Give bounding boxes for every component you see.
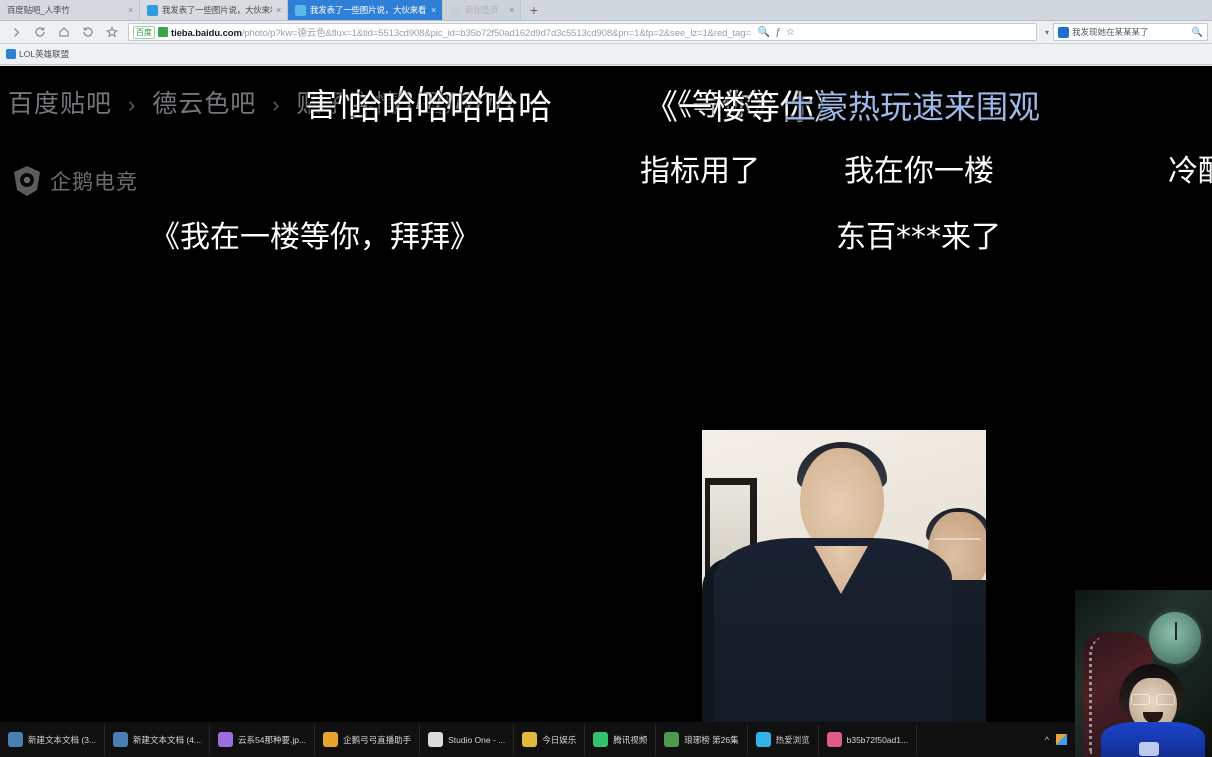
bookmarks-bar: LOL英雄联盟 xyxy=(0,44,1212,65)
tray-expand-icon[interactable]: ^ xyxy=(1045,735,1049,745)
back-button[interactable] xyxy=(76,21,100,43)
browser-window: 百度贴吧_人李竹 × 我发表了一些图片说，大伙来看 × 我发表了一些图片说，大伙… xyxy=(0,0,1212,66)
flash-icon[interactable]: ƒ xyxy=(775,27,781,38)
shield-icon xyxy=(158,27,168,37)
url-host: tieba.baidu.com xyxy=(171,28,242,39)
danmaku-comment: 我在你一楼 xyxy=(844,154,994,189)
close-icon[interactable]: × xyxy=(128,5,133,15)
webcam-overlay xyxy=(1075,590,1212,757)
new-tab-button[interactable]: + xyxy=(521,0,547,20)
taskbar-items: 新建文本文档 (3... 新建文本文档 (4... 云系54那种要.jp... 企鹅弓… xyxy=(0,722,918,757)
taskbar-item-label: 腾讯视频 xyxy=(613,734,648,745)
taskbar-item[interactable]: 腾讯视频 xyxy=(585,724,657,755)
danmaku-comment: 冷酷 xyxy=(1168,154,1212,189)
penguin-esports-logo-icon xyxy=(10,164,44,198)
danmaku-comment: 指标用了 xyxy=(640,154,760,189)
star-icon[interactable]: ☆ xyxy=(786,27,795,38)
taskbar-item-label: 新建文本文档 (3... xyxy=(28,734,97,745)
windows-icon[interactable] xyxy=(1056,734,1067,745)
taskbar-item-label: 新建文本文档 (4... xyxy=(133,734,202,745)
stream-screenshot: 百度贴吧_人李竹 × 我发表了一些图片说，大伙来看 × 我发表了一些图片说，大伙… xyxy=(0,0,1212,757)
tieba-photo-page: 百度贴吧 › 德云色吧 › 贴子详情 图贴 企鹅电竞 害怕 hhhhhh 《等你… xyxy=(0,66,1212,757)
navigation-bar: 百度 tieba.baidu.com/photo/p?kw=德云色&flux=1… xyxy=(0,21,1212,44)
app-icon xyxy=(664,732,680,747)
tab-title: 我发表了一些图片说，大伙来看 xyxy=(162,5,272,15)
taskbar-item[interactable]: Studio One - ... xyxy=(420,724,515,755)
app-icon xyxy=(826,732,842,747)
lol-icon xyxy=(6,49,16,59)
search-icon[interactable]: 🔍 xyxy=(1192,27,1203,38)
taskbar-item-label: b35b72f50ad1... xyxy=(846,734,909,745)
app-icon xyxy=(593,732,609,747)
glasses-icon xyxy=(1131,694,1175,705)
stream-watermark: 企鹅电竞 xyxy=(10,164,138,198)
app-icon xyxy=(428,732,444,747)
security-badge: 百度 xyxy=(133,25,155,39)
tieba-icon xyxy=(295,4,306,16)
taskbar: 新建文本文档 (3... 新建文本文档 (4... 云系54那种要.jp... 企鹅弓… xyxy=(0,722,1075,757)
app-icon xyxy=(8,732,23,747)
taskbar-item[interactable]: 新建文本文档 (3... xyxy=(0,724,106,755)
reload-button[interactable] xyxy=(28,21,52,43)
forward-button[interactable] xyxy=(4,21,28,43)
browser-tab-3-active[interactable]: 我发表了一些图片说，大伙来看 × xyxy=(288,0,443,20)
app-icon xyxy=(113,732,129,747)
wall-clock-icon xyxy=(1149,612,1201,664)
bookmark-star-button[interactable] xyxy=(100,21,124,43)
omnibox-icons: 🔍 ƒ ☆ xyxy=(754,27,795,38)
close-icon[interactable]: × xyxy=(509,5,514,15)
url-path: /photo/p?kw=德云色&flux=1&tid=5513cd908&pic… xyxy=(241,28,751,39)
address-bar[interactable]: 百度 tieba.baidu.com/photo/p?kw=德云色&flux=1… xyxy=(128,23,1037,41)
app-icon xyxy=(755,732,771,747)
taskbar-item-label: 企鹅弓弓直播助手 xyxy=(343,734,412,745)
breadcrumb-separator: › xyxy=(127,92,137,117)
close-icon[interactable]: × xyxy=(431,5,436,15)
breadcrumb-separator: › xyxy=(272,92,281,117)
search-input[interactable]: 我发现她在某某某了 🔍 xyxy=(1053,23,1208,41)
url-text: tieba.baidu.com/photo/p?kw=德云色&flux=1&ti… xyxy=(171,25,751,39)
taskbar-item-label: 热爱浏览 xyxy=(775,734,810,745)
taskbar-item-label: 今日娱乐 xyxy=(542,734,577,745)
taskbar-item[interactable]: 企鹅弓弓直播助手 xyxy=(315,724,421,755)
breadcrumb-item-0[interactable]: 百度贴吧 xyxy=(8,90,112,118)
taskbar-item[interactable]: 热爱浏览 xyxy=(748,724,819,755)
browser-tab-4[interactable]: 新标签页 × xyxy=(443,0,521,20)
chevron-down-icon[interactable]: ▾ xyxy=(1041,28,1053,37)
app-icon xyxy=(323,732,339,747)
tab-title: 新标签页 xyxy=(465,5,499,15)
taskbar-item[interactable]: 琅琊榜 第26集 xyxy=(656,724,748,755)
search-icon[interactable]: 🔍 xyxy=(758,27,770,38)
bookmark-label: LOL英雄联盟 xyxy=(19,49,70,59)
danmaku-comment: 《我在一楼等你，拜拜》 xyxy=(150,220,480,255)
browser-tab-2[interactable]: 我发表了一些图片说，大伙来看 × xyxy=(140,0,288,20)
browser-tab-1[interactable]: 百度贴吧_人李竹 × xyxy=(0,0,140,20)
taskbar-item-label: 琅琊榜 第26集 xyxy=(684,734,739,745)
photo-image xyxy=(702,430,986,757)
watermark-label: 企鹅电竞 xyxy=(50,171,138,194)
danmaku-comment: 土豪热玩速来围观 xyxy=(784,88,1041,126)
tab-strip: 百度贴吧_人李竹 × 我发表了一些图片说，大伙来看 × 我发表了一些图片说，大伙… xyxy=(0,0,1212,21)
taskbar-item-label: 云系54那种要.jp... xyxy=(238,734,307,745)
taskbar-item[interactable]: 今日娱乐 xyxy=(514,724,586,755)
taskbar-item[interactable]: 云系54那种要.jp... xyxy=(210,724,316,755)
blank-page-icon xyxy=(450,4,461,16)
danmaku-comment: 东百***来了 xyxy=(836,220,1001,255)
app-icon xyxy=(522,732,538,747)
home-button[interactable] xyxy=(52,21,76,43)
tieba-photo[interactable] xyxy=(697,425,991,757)
danmaku-comment: 哈哈哈哈哈哈 xyxy=(348,88,552,128)
taskbar-item[interactable]: b35b72f50ad1... xyxy=(819,724,918,755)
breadcrumb-item-1[interactable]: 德云色吧 xyxy=(152,90,256,118)
system-tray: ^ xyxy=(1037,734,1075,745)
tab-title: 百度贴吧_人李竹 xyxy=(7,5,70,15)
bookmark-item-lol[interactable]: LOL英雄联盟 xyxy=(6,48,69,60)
tab-title: 我发表了一些图片说，大伙来看 xyxy=(310,5,427,15)
search-text: 我发现她在某某某了 xyxy=(1072,27,1149,37)
close-icon[interactable]: × xyxy=(276,5,281,15)
taskbar-item[interactable]: 新建文本文档 (4... xyxy=(105,724,211,755)
baidu-icon xyxy=(1058,26,1069,38)
app-icon xyxy=(218,732,234,747)
taskbar-item-label: Studio One - ... xyxy=(448,734,506,745)
tieba-icon xyxy=(147,4,158,16)
